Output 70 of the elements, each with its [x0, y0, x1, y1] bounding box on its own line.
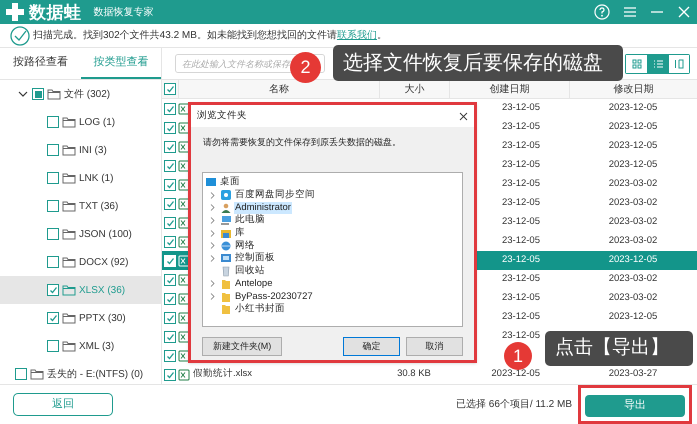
step-number-badge: 2 — [290, 52, 321, 83]
dialog-title: 浏览文件夹 — [197, 108, 247, 123]
back-button[interactable]: 返回 — [13, 393, 113, 416]
callout-bubble: 选择文件恢复后要保存的磁盘 — [333, 45, 623, 81]
tree-label: XLSX (36) — [79, 284, 126, 298]
created-date: 23-12-05 — [502, 310, 540, 324]
folder-item[interactable]: ByPass-20230727 — [234, 290, 314, 303]
created-date: 23-12-05 — [502, 329, 540, 344]
tree-label: 文件 (302) — [64, 88, 110, 102]
modified-date: 2023-03-02 — [608, 272, 658, 286]
modified-date: 2023-03-27 — [608, 367, 658, 382]
created-date: 23-12-05 — [502, 215, 540, 230]
column-header[interactable]: 大小 — [404, 82, 424, 96]
modified-date: 2023-03-02 — [608, 234, 658, 248]
callout-bubble: 点击【导出】 — [545, 331, 693, 366]
dialog-message: 请勿将需要恢复的文件保存到原丢失数据的磁盘。 — [202, 136, 402, 149]
file-name: 假勤统计.xlsx — [193, 367, 252, 382]
selection-summary: 已选择 66个项目/ 11.2 MB — [456, 398, 572, 412]
modified-date: 2023-03-02 — [608, 196, 658, 210]
modified-date: 2023-12-05 — [608, 139, 658, 154]
created-date: 23-12-05 — [502, 234, 540, 248]
created-date: 23-12-05 — [502, 120, 540, 134]
created-date: 23-12-05 — [502, 158, 540, 172]
folder-item[interactable]: 小红书封面 — [234, 303, 286, 316]
column-header[interactable]: 创建日期 — [490, 82, 530, 96]
tree-label: JSON (100) — [79, 228, 132, 242]
tree-label: LNK (1) — [79, 172, 114, 186]
created-date: 23-12-05 — [502, 291, 540, 306]
modified-date: 2023-12-05 — [608, 158, 658, 172]
modified-date: 2023-12-05 — [608, 310, 658, 324]
created-date: 23-12-05 — [502, 253, 540, 268]
folder-item[interactable]: Antelope — [234, 278, 274, 290]
modified-date: 2023-03-02 — [608, 177, 658, 192]
tree-label: XML (3) — [79, 340, 114, 354]
created-date: 2023-12-05 — [491, 367, 540, 382]
dialog-button[interactable]: 取消 — [406, 337, 463, 356]
folder-item[interactable]: 网络 — [234, 240, 256, 252]
scan-message: 扫描完成。找到302个文件共43.2 MB。如未能找到您想找回的文件请联系我们。 — [33, 28, 387, 43]
created-date: 23-12-05 — [502, 101, 540, 116]
created-date: 23-12-05 — [502, 272, 540, 286]
modified-date: 2023-12-05 — [608, 120, 658, 134]
tree-label: INI (3) — [79, 144, 107, 158]
folder-item[interactable]: 回收站 — [234, 265, 266, 278]
created-date: 23-12-05 — [502, 196, 540, 210]
file-size: 30.8 KB — [397, 367, 431, 382]
app-name: 数据蛙 — [29, 4, 82, 20]
tree-label: DOCX (92) — [79, 256, 128, 270]
tree-label: LOG (1) — [79, 116, 116, 130]
modified-date: 2023-03-02 — [608, 215, 658, 230]
folder-item[interactable]: 百度网盘同步空间 — [234, 189, 316, 202]
modified-date: 2023-12-05 — [608, 253, 658, 268]
folder-item[interactable]: 此电脑 — [234, 214, 266, 226]
column-header[interactable]: 名称 — [269, 82, 289, 96]
folder-item[interactable]: Administrator — [234, 202, 292, 214]
created-date: 23-12-05 — [502, 139, 540, 154]
view-tab[interactable]: 按路径查看 — [0, 48, 80, 79]
step-number-badge: 1 — [504, 342, 532, 370]
dialog-button[interactable]: 确定 — [343, 337, 400, 356]
tree-label: TXT (36) — [79, 200, 118, 214]
folder-item[interactable]: 桌面 — [219, 176, 241, 188]
folder-item[interactable]: 库 — [234, 227, 246, 240]
app-subtitle: 数据恢复专家 — [93, 6, 154, 20]
folder-item[interactable]: 控制面板 — [234, 252, 276, 264]
modified-date: 2023-12-05 — [608, 101, 658, 116]
tree-label: 丢失的 - E:(NTFS) (0) — [47, 368, 144, 382]
created-date: 23-12-05 — [502, 177, 540, 192]
column-header[interactable]: 修改日期 — [614, 82, 654, 96]
dialog-button[interactable]: 新建文件夹(M) — [202, 337, 282, 356]
tree-label: PPTX (30) — [79, 312, 126, 326]
modified-date: 2023-03-02 — [608, 291, 658, 306]
